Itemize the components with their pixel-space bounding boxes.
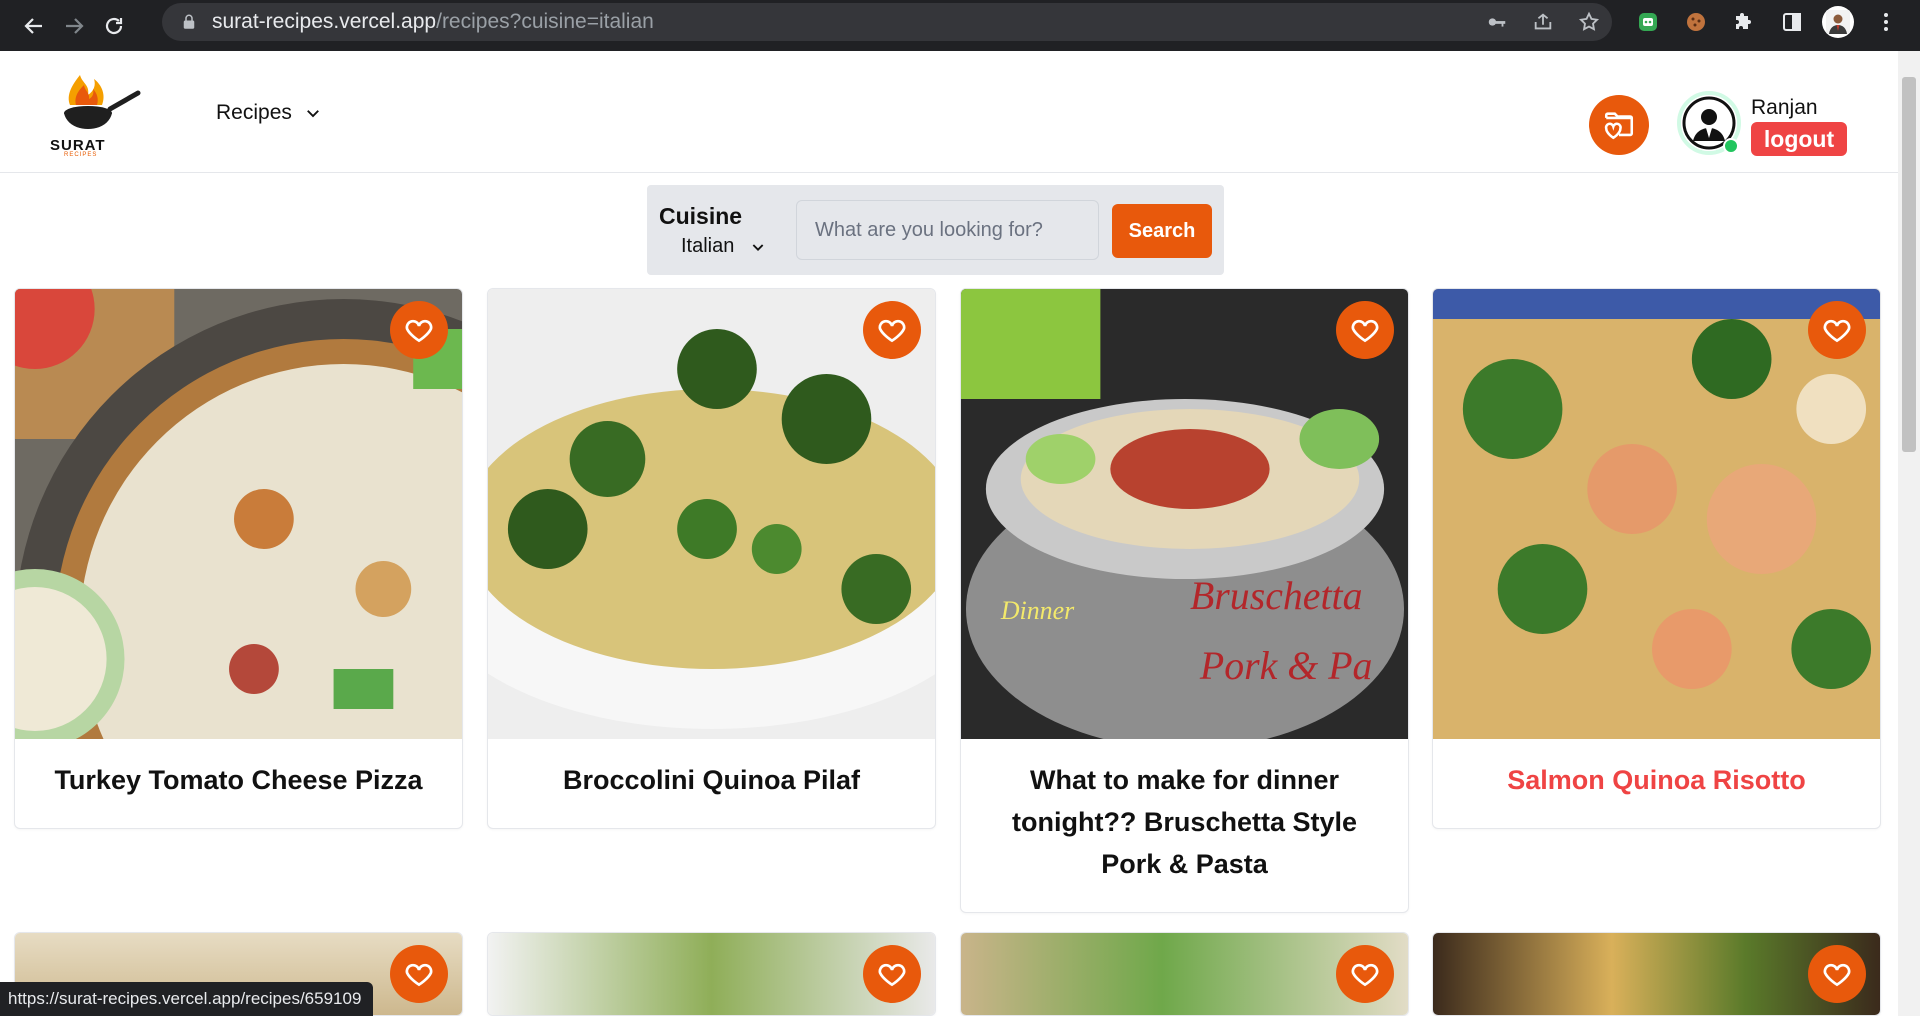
recipe-image-quinoa-pilaf xyxy=(488,289,935,739)
site-header: SURAT RECIPES Recipes Ranjan logout xyxy=(0,51,1898,173)
reload-icon[interactable] xyxy=(94,6,134,46)
favorites-folder-button[interactable] xyxy=(1589,95,1649,155)
recipe-card[interactable]: Salmon Quinoa Risotto xyxy=(1432,288,1881,829)
recipe-card[interactable]: Turkey Tomato Cheese Pizza xyxy=(14,288,463,829)
share-icon[interactable] xyxy=(1532,11,1554,33)
status-bar-url: https://surat-recipes.vercel.app/recipes… xyxy=(0,982,374,1016)
robot-extension-icon[interactable] xyxy=(1632,6,1664,38)
svg-text:Dinner: Dinner xyxy=(1000,596,1075,625)
browser-toolbar: surat-recipes.vercel.app/recipes?cuisine… xyxy=(0,0,1920,51)
key-icon[interactable] xyxy=(1486,11,1508,33)
heart-icon xyxy=(1823,319,1851,343)
scrollbar-thumb[interactable] xyxy=(1902,77,1916,452)
favorite-heart-button[interactable] xyxy=(863,945,921,1003)
favorite-heart-button[interactable] xyxy=(390,301,448,359)
cuisine-select[interactable]: Italian xyxy=(681,235,766,258)
kebab-menu-icon[interactable] xyxy=(1870,6,1902,38)
recipe-image-pizza xyxy=(15,289,462,739)
recipe-card[interactable] xyxy=(487,932,936,1016)
star-icon[interactable] xyxy=(1578,11,1600,33)
cuisine-label: Cuisine xyxy=(659,203,743,229)
recipe-card[interactable]: Dinner Bruschetta Pork & Pa What to make… xyxy=(960,288,1409,913)
search-button[interactable]: Search xyxy=(1112,204,1212,258)
heart-icon xyxy=(405,319,433,343)
heart-icon xyxy=(405,963,433,987)
recipe-title[interactable]: Broccolini Quinoa Pilaf xyxy=(488,759,935,801)
cuisine-value: Italian xyxy=(681,235,735,257)
folder-heart-icon xyxy=(1604,112,1634,140)
logout-button[interactable]: logout xyxy=(1751,122,1847,156)
heart-icon xyxy=(1823,963,1851,987)
favorite-heart-button[interactable] xyxy=(1336,301,1394,359)
recipe-image-salmon-risotto xyxy=(1433,289,1880,739)
profile-avatar-icon[interactable] xyxy=(1822,6,1854,38)
heart-icon xyxy=(878,963,906,987)
svg-text:Pork & Pa: Pork & Pa xyxy=(1199,643,1373,688)
favorite-heart-button[interactable] xyxy=(1808,301,1866,359)
online-status-dot xyxy=(1723,138,1739,154)
svg-text:Bruschetta: Bruschetta xyxy=(1190,573,1363,618)
recipe-image-bruschetta-pork: Dinner Bruschetta Pork & Pa xyxy=(961,289,1408,739)
search-input[interactable] xyxy=(796,200,1099,260)
favorite-heart-button[interactable] xyxy=(390,945,448,1003)
recipe-title[interactable]: Turkey Tomato Cheese Pizza xyxy=(15,759,462,801)
heart-icon xyxy=(878,319,906,343)
lock-icon xyxy=(183,14,195,29)
recipe-title[interactable]: Salmon Quinoa Risotto xyxy=(1433,759,1880,801)
recipe-title[interactable]: What to make for dinner tonight?? Brusch… xyxy=(961,759,1408,885)
address-bar[interactable]: surat-recipes.vercel.app/recipes?cuisine… xyxy=(162,3,1612,41)
sidepanel-icon[interactable] xyxy=(1776,6,1808,38)
chevron-down-icon xyxy=(306,110,319,118)
favorite-heart-button[interactable] xyxy=(863,301,921,359)
recipes-dropdown[interactable]: Recipes xyxy=(216,101,322,125)
recipe-card[interactable] xyxy=(960,932,1409,1016)
back-arrow-icon[interactable] xyxy=(14,6,54,46)
recipe-card[interactable] xyxy=(1432,932,1881,1016)
heart-icon xyxy=(1351,319,1379,343)
vertical-scrollbar[interactable] xyxy=(1898,51,1920,1016)
url-text: surat-recipes.vercel.app/recipes?cuisine… xyxy=(212,10,654,33)
heart-icon xyxy=(1351,963,1379,987)
cookie-extension-icon[interactable] xyxy=(1680,6,1712,38)
favorite-heart-button[interactable] xyxy=(1808,945,1866,1003)
chevron-down-icon xyxy=(753,243,764,251)
puzzle-extensions-icon[interactable] xyxy=(1728,6,1760,38)
recipes-nav-label: Recipes xyxy=(216,101,292,124)
recipe-card[interactable]: Broccolini Quinoa Pilaf xyxy=(487,288,936,829)
forward-arrow-icon[interactable] xyxy=(54,6,94,46)
username: Ranjan xyxy=(1751,96,1818,119)
logo-subtext: RECIPES xyxy=(64,152,98,158)
favorite-heart-button[interactable] xyxy=(1336,945,1394,1003)
search-panel: Cuisine Italian Search xyxy=(647,185,1224,275)
